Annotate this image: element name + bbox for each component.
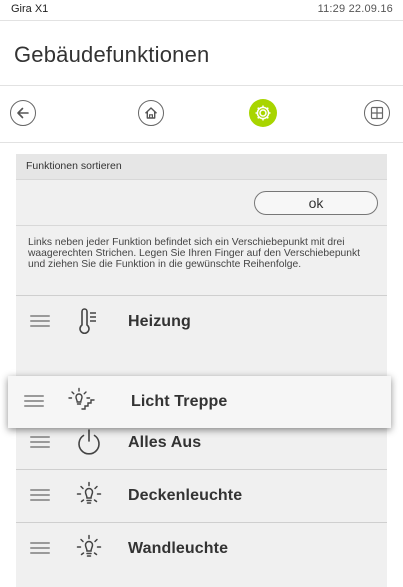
bulb-icon: [76, 481, 102, 504]
function-label: Licht Treppe: [131, 393, 228, 410]
settings-button[interactable]: [249, 99, 277, 127]
status-bar: Gira X1 11:29 22.09.16: [0, 0, 403, 21]
app-name: Gira X1: [11, 3, 49, 15]
ok-button[interactable]: ok: [254, 191, 378, 215]
panel-header-label: Funktionen sortieren: [26, 160, 122, 172]
function-row-deckenleuchte: Deckenleuchte: [16, 469, 387, 523]
time-date: 11:29 22.09.16: [317, 3, 393, 15]
sort-functions-panel: Funktionen sortieren ok Links neben jede…: [16, 154, 387, 587]
ok-row: ok: [16, 179, 387, 226]
drag-handle-icon[interactable]: [30, 315, 50, 327]
grid-icon: [370, 106, 384, 120]
drag-handle-icon[interactable]: [24, 395, 44, 407]
drag-handle-icon[interactable]: [30, 542, 50, 554]
house-icon: [145, 107, 157, 119]
function-row-licht-treppe[interactable]: Licht Treppe: [8, 376, 391, 428]
power-icon: [78, 429, 100, 455]
gear-icon: [255, 105, 271, 121]
back-button[interactable]: [10, 100, 36, 126]
drag-handle-icon[interactable]: [30, 489, 50, 501]
function-label: Heizung: [128, 313, 191, 330]
info-text: Links neben jeder Funktion befindet sich…: [28, 237, 361, 270]
nav-bar: [0, 85, 403, 143]
function-label: Wandleuchte: [128, 540, 229, 557]
arrow-left-icon: [17, 107, 29, 119]
page-title: Gebäudefunktionen: [14, 42, 210, 67]
function-row-heizung: Heizung: [16, 295, 387, 349]
bulb-icon: [76, 534, 102, 557]
function-row-wandleuchte: Wandleuchte: [16, 522, 387, 576]
function-label: Deckenleuchte: [128, 487, 243, 504]
thermometer-icon: [79, 308, 96, 334]
home-button[interactable]: [138, 100, 164, 126]
function-label: Alles Aus: [128, 434, 202, 451]
panel-header: Funktionen sortieren: [16, 154, 387, 180]
drag-handle-icon[interactable]: [30, 436, 50, 448]
grid-button[interactable]: [364, 100, 390, 126]
stair-light-icon: [68, 387, 95, 410]
